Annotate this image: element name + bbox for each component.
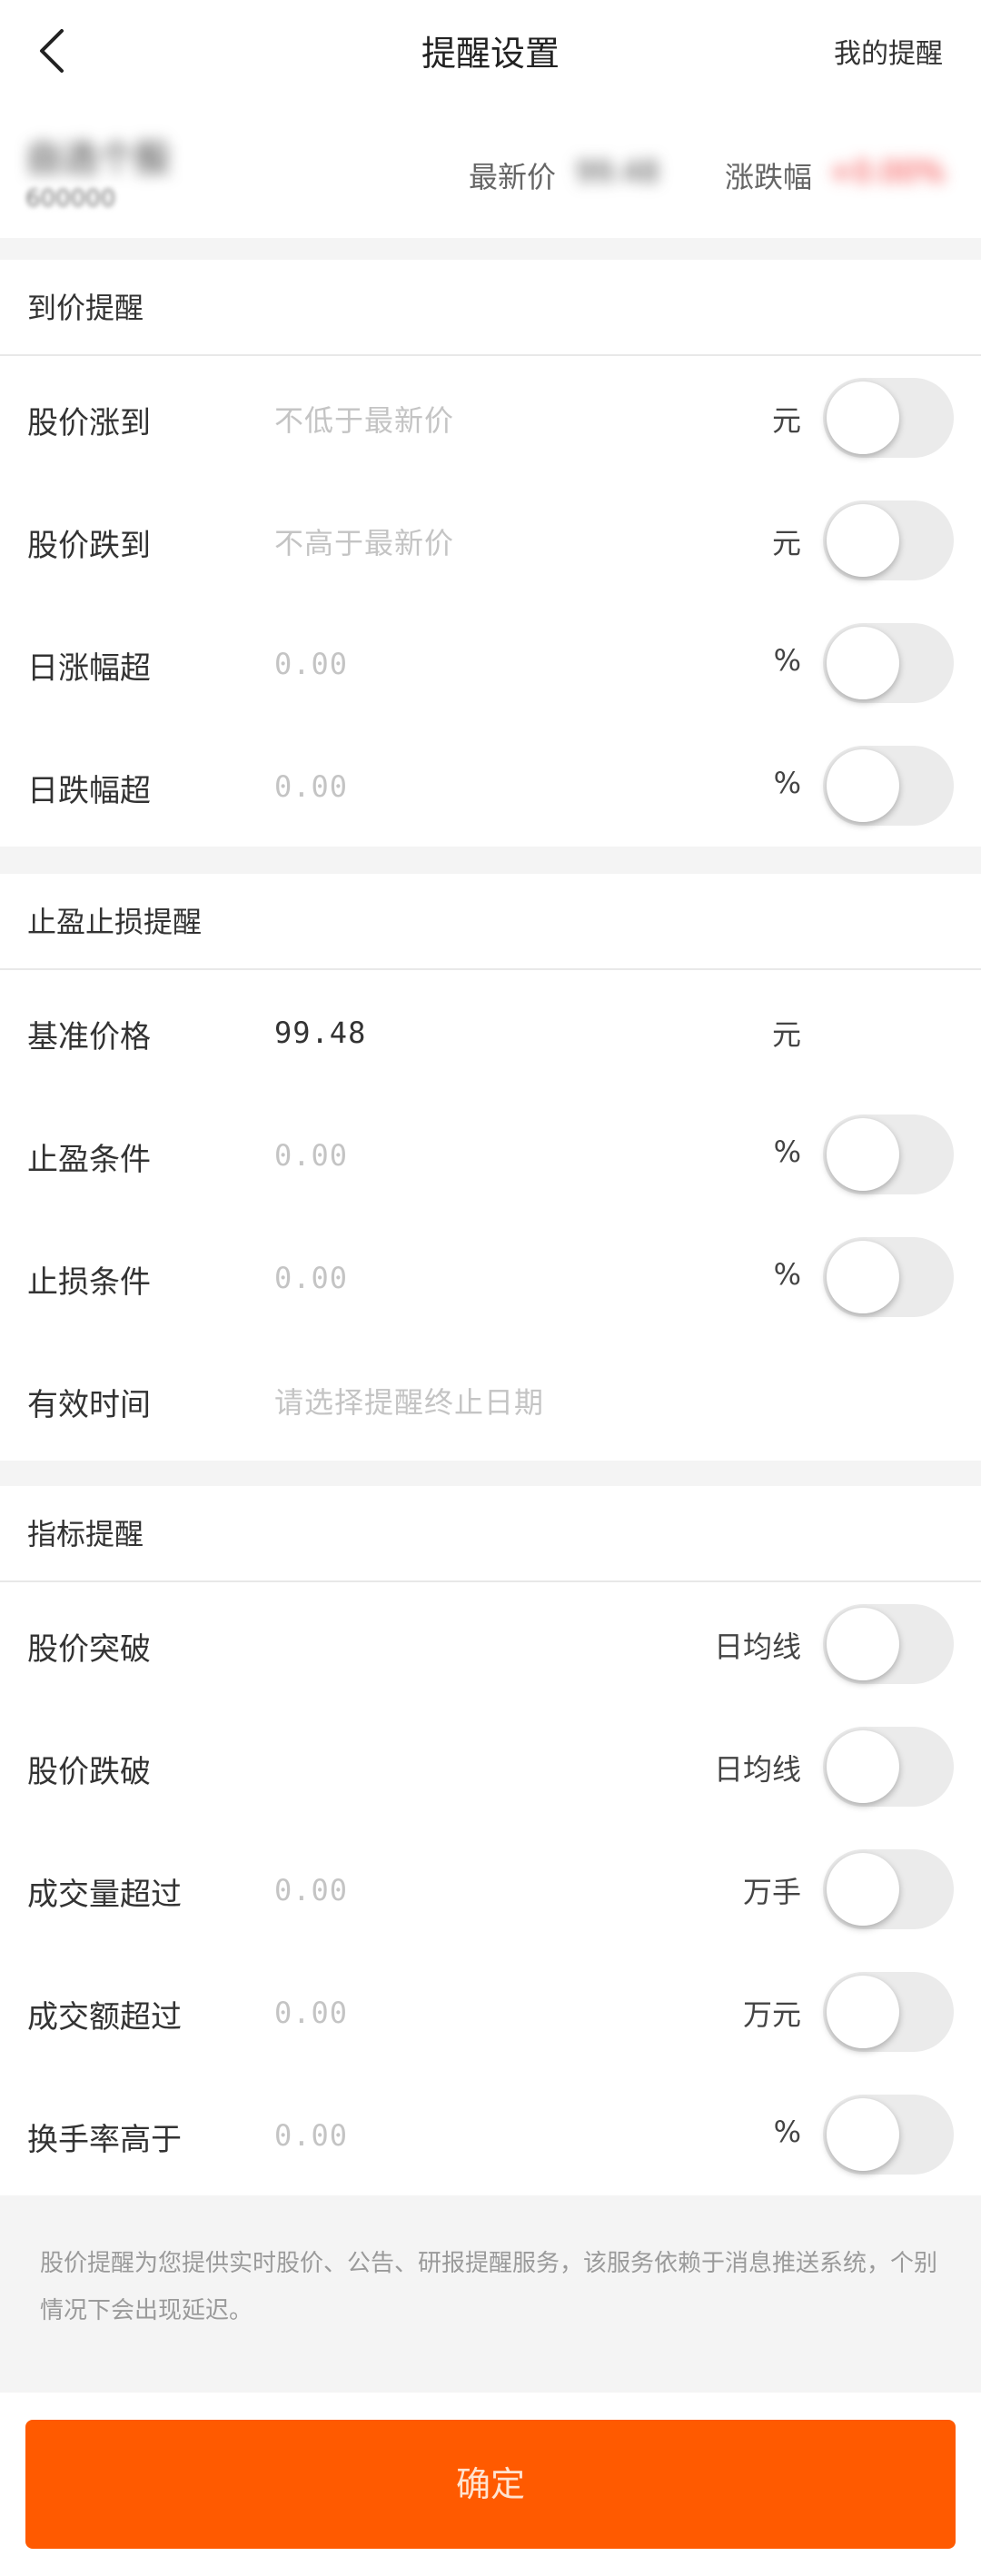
stop-loss-toggle[interactable] <box>823 1237 954 1317</box>
daily-fall-row: 日跌幅超 0.00 % <box>0 724 981 847</box>
row-label: 成交量超过 <box>27 1877 182 1913</box>
unit-label: % <box>773 2115 801 2149</box>
change-percent-value: +0.00% <box>828 154 946 189</box>
stop-profit-loss-section: 止盈止损提醒 基准价格 99.48 元 止盈条件 0.00 % 止损条件 0.0… <box>0 874 981 1461</box>
base-price-input[interactable]: 99.48 <box>274 1016 366 1050</box>
stock-code: 600000 <box>25 185 116 213</box>
row-label: 止损条件 <box>27 1264 151 1301</box>
price-fall-toggle[interactable] <box>823 500 954 580</box>
unit-label: 元 <box>771 403 801 438</box>
toggle-knob <box>827 627 899 699</box>
toggle-knob <box>827 1976 899 2048</box>
turnover-amount-toggle[interactable] <box>823 1972 954 2052</box>
volume-row: 成交量超过 0.00 万手 <box>0 1828 981 1950</box>
unit-label: % <box>773 766 801 800</box>
row-label: 日涨幅超 <box>27 650 151 687</box>
daily-rise-row: 日涨幅超 0.00 % <box>0 601 981 724</box>
price-breakdown-toggle[interactable] <box>823 1727 954 1807</box>
take-profit-toggle[interactable] <box>823 1115 954 1194</box>
row-label: 换手率高于 <box>27 2122 182 2158</box>
indicator-alert-section: 指标提醒 股价突破 日均线 股价跌破 日均线 成交量超过 0.00 万手 成交额… <box>0 1486 981 2195</box>
toggle-knob <box>827 1608 899 1680</box>
price-rise-row: 股价涨到 不低于最新价 元 <box>0 356 981 479</box>
price-breakdown-row: 股价跌破 日均线 <box>0 1705 981 1828</box>
price-fall-input[interactable]: 不高于最新价 <box>274 520 454 562</box>
unit-label: 元 <box>771 526 801 560</box>
stock-summary: 自选个股 600000 最新价 99.48 涨跌幅 +0.00% <box>0 102 981 238</box>
footer-bar: 确定 <box>0 2393 981 2576</box>
unit-label: 元 <box>771 1017 801 1052</box>
row-label: 股价跌到 <box>27 528 151 564</box>
row-label: 止盈条件 <box>27 1142 151 1178</box>
price-fall-row: 股价跌到 不高于最新价 元 <box>0 479 981 601</box>
take-profit-input[interactable]: 0.00 <box>274 1138 348 1173</box>
section-title: 到价提醒 <box>0 260 981 356</box>
daily-fall-input[interactable]: 0.00 <box>274 769 348 804</box>
confirm-button[interactable]: 确定 <box>25 2420 956 2549</box>
unit-label: % <box>773 1134 801 1169</box>
end-date-picker[interactable]: 请选择提醒终止日期 <box>274 1380 544 1422</box>
base-price-row: 基准价格 99.48 元 <box>0 970 981 1093</box>
unit-label: % <box>773 643 801 678</box>
row-label: 有效时间 <box>27 1387 151 1423</box>
toggle-knob <box>827 1853 899 1926</box>
take-profit-row: 止盈条件 0.00 % <box>0 1093 981 1215</box>
toggle-knob <box>827 749 899 822</box>
price-alert-section: 到价提醒 股价涨到 不低于最新价 元 股价跌到 不高于最新价 元 日涨幅超 0.… <box>0 260 981 847</box>
price-breakout-row: 股价突破 日均线 <box>0 1582 981 1705</box>
row-label: 股价涨到 <box>27 405 151 441</box>
change-percent-label: 涨跌幅 <box>725 160 813 194</box>
stop-loss-row: 止损条件 0.00 % <box>0 1215 981 1338</box>
turnover-rate-toggle[interactable] <box>823 2095 954 2175</box>
latest-price-value: 99.48 <box>576 154 659 189</box>
section-title: 止盈止损提醒 <box>0 874 981 970</box>
toggle-knob <box>827 1730 899 1803</box>
volume-toggle[interactable] <box>823 1849 954 1929</box>
price-breakout-toggle[interactable] <box>823 1604 954 1684</box>
toggle-knob <box>827 381 899 454</box>
nav-header: 提醒设置 我的提醒 <box>0 0 981 102</box>
turnover-amount-row: 成交额超过 0.00 万元 <box>0 1950 981 2073</box>
unit-label: % <box>773 1257 801 1292</box>
turnover-rate-row: 换手率高于 0.00 % <box>0 2073 981 2195</box>
turnover-amount-input[interactable]: 0.00 <box>274 1996 348 2030</box>
toggle-knob <box>827 504 899 577</box>
toggle-knob <box>827 1118 899 1191</box>
daily-fall-toggle[interactable] <box>823 746 954 826</box>
row-label: 股价跌破 <box>27 1754 151 1790</box>
row-label: 股价突破 <box>27 1631 151 1668</box>
moving-average-select[interactable]: 日均线 <box>714 1624 801 1666</box>
latest-price-label: 最新价 <box>469 160 557 194</box>
toggle-knob <box>827 1241 899 1313</box>
service-notice: 股价提醒为您提供实时股价、公告、研报提醒服务，该服务依赖于消息推送系统，个别情况… <box>0 2198 981 2393</box>
section-title: 指标提醒 <box>0 1486 981 1582</box>
price-rise-toggle[interactable] <box>823 378 954 458</box>
valid-time-row: 有效时间 请选择提醒终止日期 <box>0 1338 981 1461</box>
turnover-rate-input[interactable]: 0.00 <box>274 2118 348 2153</box>
row-label: 成交额超过 <box>27 1999 182 2036</box>
moving-average-select[interactable]: 日均线 <box>714 1747 801 1788</box>
my-reminders-link[interactable]: 我的提醒 <box>834 31 943 71</box>
daily-rise-input[interactable]: 0.00 <box>274 647 348 681</box>
toggle-knob <box>827 2098 899 2171</box>
unit-label: 万元 <box>742 1997 801 2032</box>
volume-input[interactable]: 0.00 <box>274 1873 348 1907</box>
stop-loss-input[interactable]: 0.00 <box>274 1261 348 1295</box>
unit-label: 万手 <box>742 1875 801 1909</box>
stock-name: 自选个股 <box>25 138 171 180</box>
row-label: 日跌幅超 <box>27 773 151 809</box>
daily-rise-toggle[interactable] <box>823 623 954 703</box>
row-label: 基准价格 <box>27 1019 151 1055</box>
price-rise-input[interactable]: 不低于最新价 <box>274 398 454 440</box>
